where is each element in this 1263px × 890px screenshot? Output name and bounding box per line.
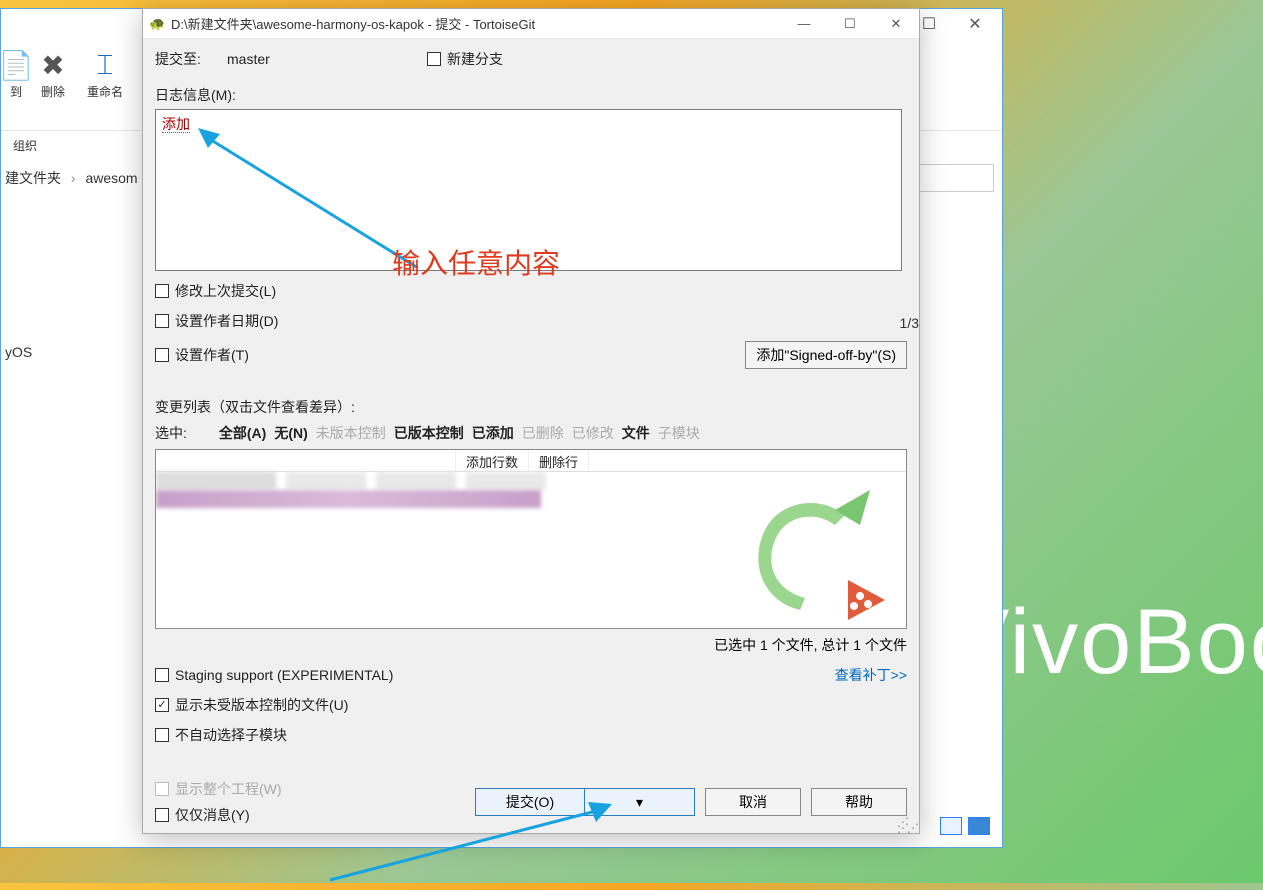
filter-row: 选中: 全部(A) 无(N) 未版本控制 已版本控制 已添加 已删除 已修改 文… (155, 423, 907, 443)
view-patch-link[interactable]: 查看补丁>> (835, 665, 907, 685)
view-switch-tray (940, 817, 990, 835)
ribbon-delete[interactable]: ✖ 删除 (27, 47, 79, 100)
filter-submodules: 子模块 (658, 423, 700, 443)
ribbon-rename-label: 重命名 (87, 83, 123, 100)
staging-checkbox[interactable] (155, 668, 169, 682)
filter-all[interactable]: 全部(A) (219, 425, 266, 441)
sidebar-item-fragment[interactable]: yOS (1, 344, 32, 360)
files-panel[interactable]: 添加行数 删除行 (155, 449, 907, 629)
commit-button[interactable]: 提交(O) (475, 788, 585, 816)
dialog-title: D:\新建文件夹\awesome-harmony-os-kapok - 提交 -… (171, 14, 781, 33)
breadcrumb-seg2[interactable]: awesom (85, 170, 137, 186)
amend-checkbox[interactable] (155, 284, 169, 298)
bottom-buttons: 显示整个工程(W) 仅仅消息(Y) 提交(O) ▾ 取消 帮助 (155, 769, 907, 825)
ribbon-moveto-label: 到 (10, 83, 22, 100)
help-button[interactable]: 帮助 (811, 788, 907, 816)
show-unversioned-label: 显示未受版本控制的文件(U) (175, 695, 348, 715)
no-auto-submodule-checkbox[interactable] (155, 728, 169, 742)
filter-none[interactable]: 无(N) (274, 425, 307, 441)
filter-versioned[interactable]: 已版本控制 (394, 425, 464, 441)
dialog-titlebar[interactable]: 🐢 D:\新建文件夹\awesome-harmony-os-kapok - 提交… (143, 9, 919, 39)
tortoisegit-icon: 🐢 (149, 16, 165, 32)
signed-off-button[interactable]: 添加"Signed-off-by"(S) (745, 341, 907, 369)
col-added[interactable]: 添加行数 (456, 450, 529, 471)
dialog-maximize-button[interactable]: ☐ (827, 9, 873, 39)
branch-name[interactable]: master (227, 51, 427, 67)
dialog-minimize-button[interactable]: — (781, 9, 827, 39)
selected-count: 已选中 1 个文件, 总计 1 个文件 (714, 635, 907, 655)
breadcrumb[interactable]: 建文件夹 › awesom (1, 168, 138, 188)
filter-files[interactable]: 文件 (622, 425, 650, 441)
resize-grip-icon[interactable]: ⋰⋰⋰ (897, 819, 917, 831)
details-view-button[interactable] (940, 817, 962, 835)
commit-dropdown-button[interactable]: ▾ (585, 788, 695, 816)
changes-list-label: 变更列表（双击文件查看差异）: (155, 397, 907, 417)
dialog-close-button[interactable]: ✕ (873, 9, 919, 39)
show-whole-project-checkbox (155, 782, 169, 796)
set-author-checkbox[interactable] (155, 348, 169, 362)
author-date-checkbox[interactable] (155, 314, 169, 328)
no-auto-submodule-label: 不自动选择子模块 (175, 725, 287, 745)
only-message-label: 仅仅消息(Y) (175, 805, 250, 825)
filter-selected-label: 选中: (155, 423, 187, 443)
filter-deleted: 已删除 (522, 423, 564, 443)
filter-modified: 已修改 (572, 423, 614, 443)
close-button[interactable]: ✕ (952, 9, 998, 39)
new-branch-label: 新建分支 (447, 49, 503, 69)
files-header: 添加行数 删除行 (156, 450, 906, 472)
filter-added[interactable]: 已添加 (472, 425, 514, 441)
dialog-body: 提交至: master 新建分支 日志信息(M): 添加 1/3 修改上次提交(… (143, 39, 919, 833)
commit-to-label: 提交至: (155, 49, 227, 69)
commit-message-text: 添加 (162, 116, 190, 133)
ribbon-rename[interactable]: ⌶ 重命名 (79, 47, 131, 100)
set-author-label: 设置作者(T) (175, 345, 249, 365)
chevron-right-icon: › (71, 170, 76, 186)
thumbnails-view-button[interactable] (968, 817, 990, 835)
staging-label: Staging support (EXPERIMENTAL) (175, 667, 393, 683)
commit-dialog: 🐢 D:\新建文件夹\awesome-harmony-os-kapok - 提交… (142, 8, 920, 834)
show-whole-project-label: 显示整个工程(W) (175, 779, 282, 799)
annotation-text: 输入任意内容 (392, 242, 560, 282)
ribbon-moveto[interactable]: 📄 到 (5, 47, 27, 100)
log-message-label: 日志信息(M): (155, 85, 907, 105)
blurred-selected-row (156, 490, 541, 508)
cancel-button[interactable]: 取消 (705, 788, 801, 816)
line-counter: 1/3 (900, 315, 919, 331)
only-message-checkbox[interactable] (155, 808, 169, 822)
show-unversioned-checkbox[interactable] (155, 698, 169, 712)
filter-unversioned: 未版本控制 (316, 423, 386, 443)
author-date-label: 设置作者日期(D) (175, 311, 278, 331)
new-branch-checkbox[interactable] (427, 52, 441, 66)
tortoisegit-commit-icon (740, 470, 890, 620)
col-deleted[interactable]: 删除行 (529, 450, 589, 471)
ribbon-delete-label: 删除 (41, 83, 65, 100)
breadcrumb-seg1[interactable]: 建文件夹 (5, 170, 61, 186)
amend-label: 修改上次提交(L) (175, 281, 276, 301)
